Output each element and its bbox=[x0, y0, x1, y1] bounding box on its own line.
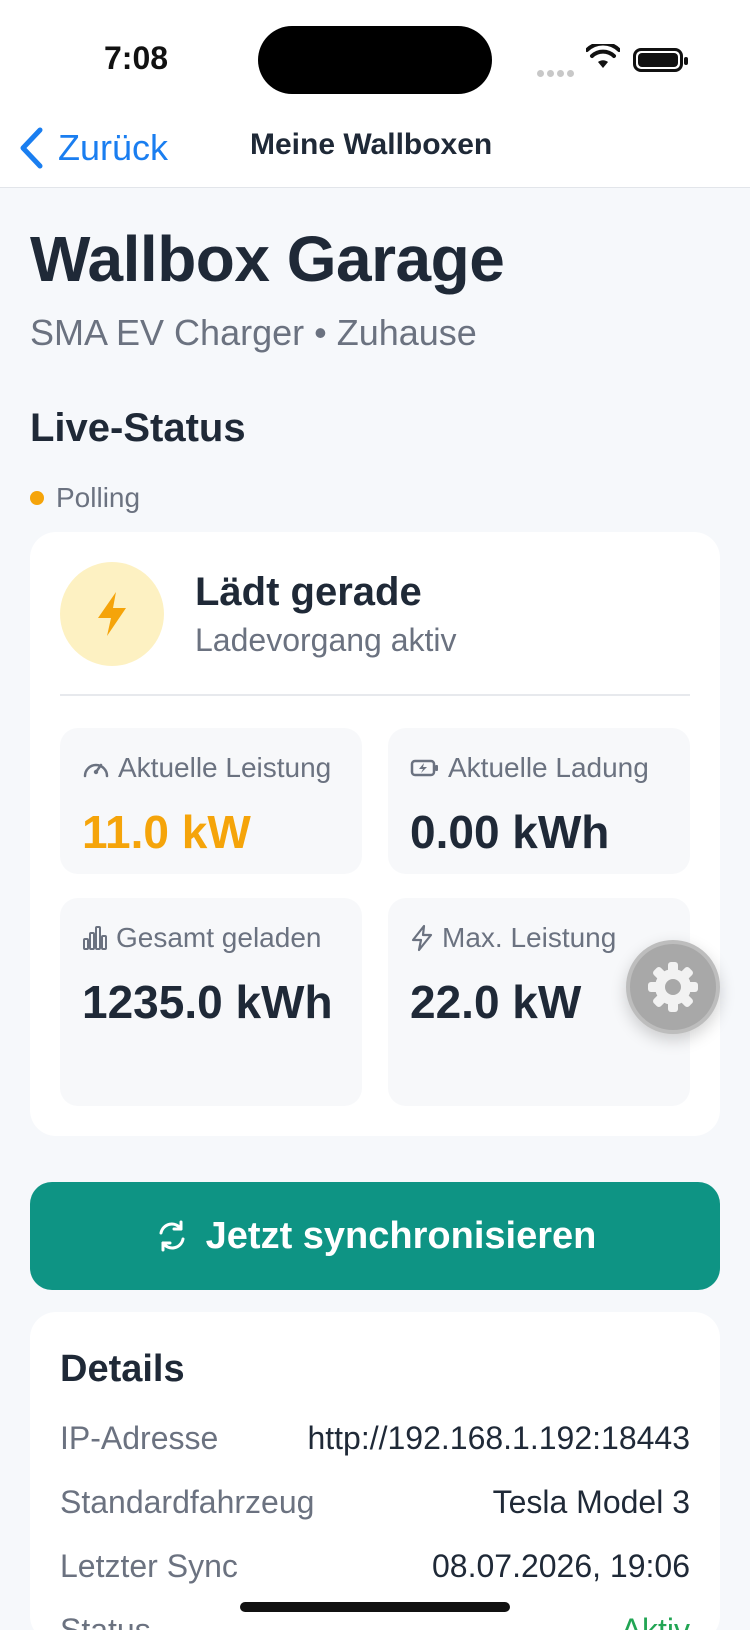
detail-value: 08.07.2026, 19:06 bbox=[431, 1548, 690, 1584]
tile-total-charged: Gesamt geladen 1235.0 kWh bbox=[60, 898, 362, 1106]
detail-row-last-sync: Letzter Sync 08.07.2026, 19:06 bbox=[60, 1548, 690, 1585]
cellular-signal-icon bbox=[537, 64, 577, 82]
nav-title: Meine Wallboxen bbox=[250, 128, 493, 161]
tile-current-power: Aktuelle Leistung 11.0 kW bbox=[60, 728, 362, 874]
detail-value: Tesla Model 3 bbox=[492, 1484, 690, 1520]
detail-key: Letzter Sync bbox=[60, 1548, 238, 1584]
tile-label: Aktuelle Ladung bbox=[448, 752, 649, 783]
battery-charging-icon bbox=[410, 759, 438, 777]
refresh-icon bbox=[159, 1220, 185, 1252]
tile-label: Aktuelle Leistung bbox=[118, 752, 332, 783]
dynamic-island bbox=[258, 26, 492, 94]
sync-now-button[interactable]: Jetzt synchronisieren bbox=[30, 1182, 720, 1290]
navigation-bar: Zurück Meine Wallboxen bbox=[0, 110, 750, 188]
detail-value: http://192.168.1.192:18443 bbox=[307, 1420, 690, 1456]
home-indicator[interactable] bbox=[240, 1602, 510, 1612]
battery-icon bbox=[633, 48, 688, 72]
bar-chart-icon bbox=[83, 926, 107, 950]
status-bar: 7:08 bbox=[0, 0, 750, 110]
tile-value: 1235.0 kWh bbox=[82, 976, 333, 1028]
details-heading: Details bbox=[60, 1348, 185, 1390]
divider bbox=[60, 694, 690, 696]
gauge-icon bbox=[83, 763, 109, 778]
charging-status-title: Lädt gerade bbox=[195, 570, 422, 614]
detail-row-status: Status Aktiv bbox=[60, 1612, 690, 1630]
chevron-left-icon bbox=[20, 127, 43, 169]
page-subtitle: SMA EV Charger • Zuhause bbox=[30, 312, 477, 353]
detail-key: Status bbox=[60, 1612, 151, 1630]
details-card: Details IP-Adresse http://192.168.1.192:… bbox=[30, 1312, 720, 1630]
bolt-icon bbox=[60, 562, 164, 666]
tile-value: 11.0 kW bbox=[82, 806, 251, 858]
connection-indicator: Polling bbox=[30, 482, 140, 514]
status-time: 7:08 bbox=[104, 40, 169, 76]
tile-current-charge: Aktuelle Ladung 0.00 kWh bbox=[388, 728, 690, 874]
tile-value: 0.00 kWh bbox=[410, 806, 610, 858]
detail-key: IP-Adresse bbox=[60, 1420, 219, 1456]
back-label: Zurück bbox=[58, 127, 169, 168]
back-button[interactable]: Zurück bbox=[18, 120, 168, 176]
connection-label: Polling bbox=[56, 482, 141, 513]
detail-value: Aktiv bbox=[620, 1612, 690, 1630]
wifi-icon bbox=[586, 44, 620, 68]
detail-row-ip: IP-Adresse http://192.168.1.192:18443 bbox=[60, 1420, 690, 1457]
sync-label: Jetzt synchronisieren bbox=[205, 1214, 597, 1257]
live-status-heading: Live-Status bbox=[30, 406, 246, 450]
tile-label: Max. Leistung bbox=[442, 922, 617, 953]
gear-icon bbox=[648, 962, 698, 1012]
bolt-outline-icon bbox=[411, 924, 433, 952]
tile-label: Gesamt geladen bbox=[116, 922, 322, 953]
page-title: Wallbox Garage bbox=[30, 223, 505, 295]
status-dot-icon bbox=[30, 491, 44, 505]
settings-button[interactable] bbox=[626, 940, 720, 1034]
detail-key: Standardfahrzeug bbox=[60, 1484, 315, 1520]
charging-status-subtitle: Ladevorgang aktiv bbox=[195, 622, 457, 658]
live-status-card: Lädt gerade Ladevorgang aktiv Aktuelle L… bbox=[30, 532, 720, 1136]
detail-row-vehicle: Standardfahrzeug Tesla Model 3 bbox=[60, 1484, 690, 1521]
